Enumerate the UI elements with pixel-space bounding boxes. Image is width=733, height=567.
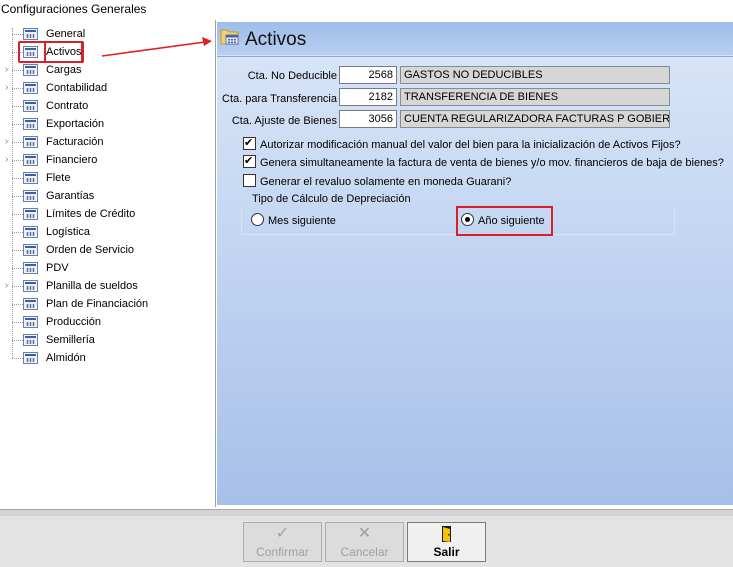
checkbox-unchecked-icon [243, 174, 256, 187]
exit-label: Salir [433, 545, 460, 559]
cancel-button[interactable]: ✕ Cancelar [325, 522, 404, 562]
main-header: Activos [217, 22, 733, 55]
x-icon: ✕ [357, 525, 372, 542]
ano-siguiente-highlight-box [456, 206, 553, 236]
main-panel: Activos Cta. No Deducible 2568 GASTOS NO… [217, 22, 733, 505]
cta-ajuste-bienes-description: CUENTA REGULARIZADORA FACTURAS P GOBIERN… [400, 110, 670, 128]
confirm-label: Confirmar [256, 545, 309, 559]
checkbox-label: Autorizar modificación manual del valor … [260, 139, 681, 151]
radio-label: Mes siguiente [268, 215, 336, 227]
exit-door-icon [408, 525, 485, 543]
radio-unselected-icon [251, 213, 264, 226]
field-label-transferencia: Cta. para Transferencia [222, 93, 337, 105]
depreciation-group-title: Tipo de Cálculo de Depreciación [252, 193, 411, 205]
field-label-no-deducible: Cta. No Deducible [247, 70, 337, 82]
checkbox-checked-icon [243, 135, 256, 151]
activos-highlight-box [18, 41, 84, 63]
cta-ajuste-bienes-code-input[interactable]: 3056 [339, 110, 397, 128]
radio-mes-siguiente[interactable]: Mes siguiente [251, 213, 336, 229]
checkbox-checked-icon [243, 153, 256, 169]
checkbox-genera-factura[interactable]: Genera simultaneamente la factura de ven… [243, 153, 724, 171]
page-title: Activos [245, 29, 307, 50]
cta-transferencia-description: TRANSFERENCIA DE BIENES [400, 88, 670, 106]
checkbox-label: Genera simultaneamente la factura de ven… [260, 157, 724, 169]
cta-no-deducible-description: GASTOS NO DEDUCIBLES [400, 66, 670, 84]
footer-toolbar: ✓ Confirmar ✕ Cancelar Salir [0, 516, 733, 567]
folder-grid-icon [220, 29, 239, 45]
cta-no-deducible-code-input[interactable]: 2568 [339, 66, 397, 84]
confirm-button[interactable]: ✓ Confirmar [243, 522, 322, 562]
cancel-label: Cancelar [340, 545, 389, 559]
exit-button[interactable]: Salir [407, 522, 486, 562]
checkbox-autorizar-modificacion[interactable]: Autorizar modificación manual del valor … [243, 135, 681, 153]
footer-separator [0, 509, 733, 516]
field-label-ajuste-bienes: Cta. Ajuste de Bienes [231, 115, 337, 127]
checkmark-icon: ✓ [275, 525, 290, 542]
header-divider [217, 56, 733, 57]
checkbox-label: Generar el revaluo solamente en moneda G… [260, 176, 512, 188]
checkbox-revaluo-guarani[interactable]: Generar el revaluo solamente en moneda G… [243, 174, 511, 190]
cta-transferencia-code-input[interactable]: 2182 [339, 88, 397, 106]
